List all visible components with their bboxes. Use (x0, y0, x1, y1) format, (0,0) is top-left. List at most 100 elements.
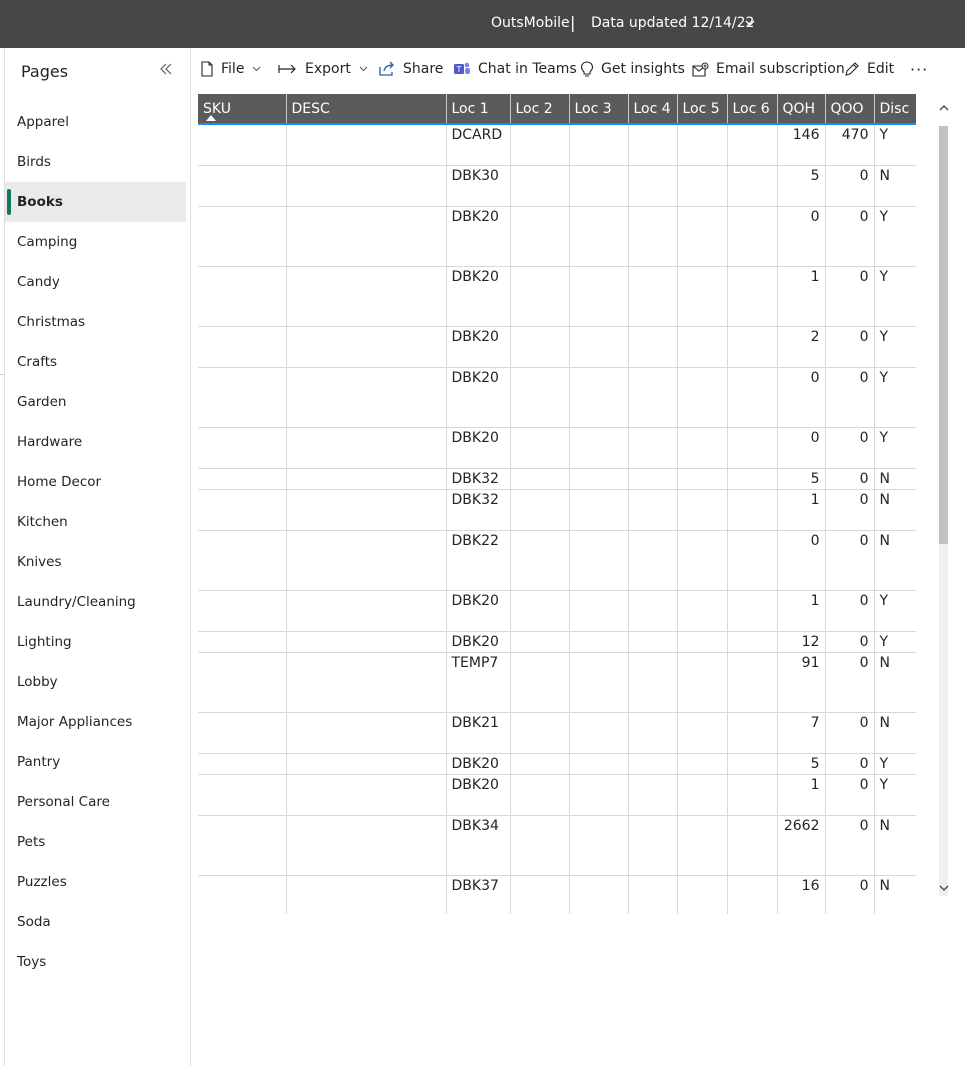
cell-loc-4 (628, 712, 678, 754)
cell-qoh: 1 (777, 590, 826, 632)
table-row[interactable]: DBK20 5 0 Y (198, 753, 916, 775)
table-row[interactable]: DBK20 12 0 Y (198, 631, 916, 653)
table-row[interactable]: DCARD 146 470 Y (198, 124, 916, 166)
cell-desc (286, 652, 447, 713)
column-header-qoo[interactable]: QOO (825, 94, 875, 125)
cell-loc-3 (569, 165, 629, 207)
cell-loc-5 (677, 367, 728, 428)
column-header-desc[interactable]: DESC (286, 94, 447, 125)
page-item-garden[interactable]: Garden (5, 382, 186, 422)
cell-loc-2 (510, 530, 570, 591)
cell-loc-4 (628, 875, 678, 914)
cell-loc-3 (569, 124, 629, 166)
table-row[interactable]: DBK20 1 0 Y (198, 266, 916, 327)
chevron-down-icon[interactable] (745, 18, 755, 28)
scroll-up-icon[interactable] (938, 102, 950, 114)
edit-button[interactable]: Edit (844, 59, 894, 79)
page-item-candy[interactable]: Candy (5, 262, 186, 302)
cell-loc-1: TEMP7 (446, 652, 511, 713)
data-updated-label[interactable]: Data updated 12/14/22 (591, 15, 754, 31)
cell-loc-6 (727, 631, 778, 653)
column-header-sku[interactable]: SKU (198, 94, 287, 125)
page-item-pantry[interactable]: Pantry (5, 742, 186, 782)
column-header-loc-2[interactable]: Loc 2 (510, 94, 570, 125)
column-header-loc-3[interactable]: Loc 3 (569, 94, 629, 125)
page-item-lobby[interactable]: Lobby (5, 662, 186, 702)
column-header-qoh[interactable]: QOH (777, 94, 826, 125)
table-row[interactable]: DBK21 7 0 N (198, 712, 916, 754)
cell-desc (286, 753, 447, 775)
cell-loc-4 (628, 266, 678, 327)
page-item-personal-care[interactable]: Personal Care (5, 782, 186, 822)
page-item-books[interactable]: Books (5, 182, 186, 222)
page-item-home-decor[interactable]: Home Decor (5, 462, 186, 502)
page-item-knives[interactable]: Knives (5, 542, 186, 582)
cell-sku (198, 631, 287, 653)
get-insights-button[interactable]: Get insights (580, 59, 685, 79)
page-item-pets[interactable]: Pets (5, 822, 186, 862)
table-row[interactable]: DBK30 5 0 N (198, 165, 916, 207)
chat-in-teams-button[interactable]: T Chat in Teams (453, 59, 577, 79)
column-header-disc[interactable]: Disc (874, 94, 916, 125)
cell-desc (286, 206, 447, 267)
scroll-thumb[interactable] (939, 126, 948, 544)
cell-qoo: 0 (825, 590, 875, 632)
cell-loc-4 (628, 427, 678, 469)
table-row[interactable]: DBK20 2 0 Y (198, 326, 916, 368)
scroll-down-icon[interactable] (938, 882, 950, 894)
file-menu-button[interactable]: File (200, 59, 268, 79)
column-header-loc-4[interactable]: Loc 4 (628, 94, 678, 125)
table-row[interactable]: DBK32 1 0 N (198, 489, 916, 531)
table-row[interactable]: DBK34 2662 0 N (198, 815, 916, 876)
page-item-camping[interactable]: Camping (5, 222, 186, 262)
page-item-christmas[interactable]: Christmas (5, 302, 186, 342)
table-row[interactable]: DBK20 0 0 Y (198, 206, 916, 267)
share-icon (379, 61, 394, 76)
table-row[interactable]: DBK32 5 0 N (198, 468, 916, 490)
page-item-toys[interactable]: Toys (5, 942, 186, 982)
page-item-soda[interactable]: Soda (5, 902, 186, 942)
column-header-loc-5[interactable]: Loc 5 (677, 94, 728, 125)
table-row[interactable]: DBK20 0 0 Y (198, 427, 916, 469)
cell-disc: N (874, 530, 916, 591)
export-menu-button[interactable]: Export (278, 59, 375, 79)
cell-loc-5 (677, 124, 728, 166)
cell-sku (198, 468, 287, 490)
page-item-kitchen[interactable]: Kitchen (5, 502, 186, 542)
table-row[interactable]: DBK37 16 0 N (198, 875, 916, 914)
table-row[interactable]: DBK20 1 0 Y (198, 590, 916, 632)
page-item-puzzles[interactable]: Puzzles (5, 862, 186, 902)
cell-loc-3 (569, 489, 629, 531)
cell-loc-1: DBK21 (446, 712, 511, 754)
page-item-apparel[interactable]: Apparel (5, 102, 186, 142)
cell-qoo: 0 (825, 206, 875, 267)
table-row[interactable]: DBK22 0 0 N (198, 530, 916, 591)
cell-loc-2 (510, 753, 570, 775)
page-item-major-appliances[interactable]: Major Appliances (5, 702, 186, 742)
cell-loc-5 (677, 489, 728, 531)
cell-loc-3 (569, 367, 629, 428)
email-subscription-button[interactable]: Email subscription (692, 59, 845, 79)
cell-disc: Y (874, 206, 916, 267)
vertical-scrollbar[interactable] (938, 96, 950, 904)
table-row[interactable]: DBK20 1 0 Y (198, 774, 916, 816)
column-header-loc-1[interactable]: Loc 1 (446, 94, 511, 125)
page-item-crafts[interactable]: Crafts (5, 342, 186, 382)
table-row[interactable]: DBK20 0 0 Y (198, 367, 916, 428)
column-header-loc-6[interactable]: Loc 6 (727, 94, 778, 125)
table-row[interactable]: TEMP7 91 0 N (198, 652, 916, 713)
share-button[interactable]: Share (378, 59, 443, 79)
page-item-laundry-cleaning[interactable]: Laundry/Cleaning (5, 582, 186, 622)
cell-loc-5 (677, 530, 728, 591)
page-item-birds[interactable]: Birds (5, 142, 186, 182)
cell-loc-1: DCARD (446, 124, 511, 166)
page-item-lighting[interactable]: Lighting (5, 622, 186, 662)
cell-loc-6 (727, 530, 778, 591)
cell-loc-5 (677, 326, 728, 368)
cell-loc-2 (510, 590, 570, 632)
collapse-pane-icon[interactable] (159, 62, 173, 76)
table-body: DCARD 146 470 Y DBK30 5 0 N DBK20 0 0 Y DBK20 1 0 Y DBK2… (198, 124, 916, 914)
page-item-hardware[interactable]: Hardware (5, 422, 186, 462)
cell-qoh: 2 (777, 326, 826, 368)
more-options-button[interactable]: ··· (910, 59, 928, 79)
